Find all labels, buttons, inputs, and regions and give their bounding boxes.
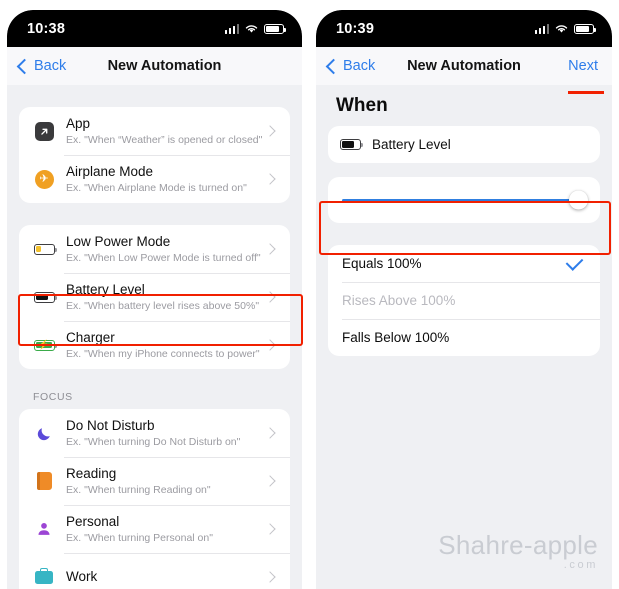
trigger-group-2: Low Power Mode Ex. "When Low Power Mode … [19,225,290,369]
chevron-right-icon [264,475,276,487]
status-bar-icons [534,23,596,34]
back-button-label: Back [343,58,376,74]
chevron-right-icon [264,523,276,535]
list-item-title: Charger [66,329,115,345]
back-button[interactable]: Back [7,58,66,74]
list-item-subtitle: Ex. "When turning Personal on" [66,531,213,544]
charger-icon: ⚡ [31,339,57,351]
status-bar-clock: 10:38 [27,20,66,37]
list-item-reading[interactable]: Reading Ex. "When turning Reading on" [19,457,290,505]
list-item-subtitle: Ex. "When battery level rises above 50%" [66,299,260,312]
status-bar: 10:38 [7,10,302,47]
screenshot-stage: 10:38 Back New Automation App Ex. "When … [0,0,619,589]
list-item-title: Low Power Mode [66,233,171,249]
wifi-icon [555,25,568,33]
cellular-signal-icon [534,23,549,34]
briefcase-icon [31,567,57,584]
battery-icon [574,23,596,34]
list-item-personal[interactable]: Personal Ex. "When turning Personal on" [19,505,290,553]
option-equals[interactable]: Equals 100% [328,245,600,282]
nav-bar: Back New Automation [7,47,302,86]
status-bar-clock: 10:39 [336,20,375,37]
option-label: Rises Above 100% [342,293,456,308]
list-item-low-power-mode[interactable]: Low Power Mode Ex. "When Low Power Mode … [19,225,290,273]
next-button[interactable]: Next [568,58,612,74]
checkmark-icon [565,252,584,271]
chevron-right-icon [264,291,276,303]
airplane-icon: ✈ [31,169,57,189]
list-item-title: Work [66,568,98,584]
moon-icon [31,423,57,443]
list-item-title: Personal [66,513,120,529]
person-icon [31,519,57,539]
status-bar: 10:39 [316,10,612,47]
right-phone-screen: 10:39 Back New Automation Next When Batt… [316,10,612,589]
chevron-left-icon [16,58,33,74]
trigger-row-label: Battery Level [372,137,451,152]
condition-options-card: Equals 100% Rises Above 100% Falls Below… [328,245,600,356]
left-content: App Ex. "When “Weather” is opened or clo… [7,85,302,589]
list-item-subtitle: Ex. "When Airplane Mode is turned on" [66,181,247,194]
chevron-right-icon [264,571,276,583]
status-bar-icons [224,23,286,34]
list-item-do-not-disturb[interactable]: Do Not Disturb Ex. "When turning Do Not … [19,409,290,457]
battery-low-power-icon [31,243,57,255]
list-item-subtitle: Ex. "When turning Do Not Disturb on" [66,435,241,448]
battery-level-icon [31,291,57,303]
chevron-right-icon [264,339,276,351]
battery-level-slider[interactable] [342,190,588,210]
focus-section-label: FOCUS [33,391,73,403]
wifi-icon [245,25,258,33]
list-item-subtitle: Ex. "When Low Power Mode is turned off" [66,251,261,264]
list-item-airplane-mode[interactable]: ✈ Airplane Mode Ex. "When Airplane Mode … [19,155,290,203]
list-item-title: Do Not Disturb [66,417,155,433]
list-item-title: Airplane Mode [66,163,154,179]
list-item-app[interactable]: App Ex. "When “Weather” is opened or clo… [19,107,290,155]
trigger-card: Battery Level [328,126,600,163]
slider-thumb[interactable] [569,190,588,210]
list-item-title: Battery Level [66,281,145,297]
right-phone: 10:39 Back New Automation Next When Batt… [309,0,619,589]
option-label: Equals 100% [342,256,422,271]
book-icon [31,472,57,490]
list-item-work[interactable]: Work [19,553,290,589]
back-button-label: Back [34,58,67,74]
focus-group: Do Not Disturb Ex. "When turning Do Not … [19,409,290,589]
option-falls-below[interactable]: Falls Below 100% [328,319,600,356]
battery-level-slider-card [328,177,600,223]
cellular-signal-icon [224,23,239,34]
battery-level-icon [340,139,364,150]
battery-icon [264,23,286,34]
trigger-group-1: App Ex. "When “Weather” is opened or clo… [19,107,290,203]
list-item-subtitle: Ex. "When my iPhone connects to power" [66,347,260,360]
slider-track [342,198,586,202]
when-section-title: When [336,95,388,116]
chevron-right-icon [264,125,276,137]
list-item-title: Reading [66,465,117,481]
list-item-subtitle: Ex. "When turning Reading on" [66,483,211,496]
app-icon [31,121,57,141]
right-content: When Battery Level Equals 100% Rises Abo… [316,85,612,589]
back-button[interactable]: Back [316,58,375,74]
chevron-right-icon [264,173,276,185]
chevron-right-icon [264,427,276,439]
trigger-row-battery-level[interactable]: Battery Level [328,126,600,163]
list-item-title: App [66,115,91,131]
left-phone: 10:38 Back New Automation App Ex. "When … [0,0,309,589]
option-label: Falls Below 100% [342,330,450,345]
nav-bar: Back New Automation Next [316,47,612,86]
chevron-right-icon [264,243,276,255]
left-phone-screen: 10:38 Back New Automation App Ex. "When … [7,10,302,589]
list-item-battery-level[interactable]: Battery Level Ex. "When battery level ri… [19,273,290,321]
list-item-charger[interactable]: ⚡ Charger Ex. "When my iPhone connects t… [19,321,290,369]
chevron-left-icon [325,58,342,74]
option-rises-above[interactable]: Rises Above 100% [328,282,600,319]
list-item-subtitle: Ex. "When “Weather” is opened or closed" [66,133,263,146]
